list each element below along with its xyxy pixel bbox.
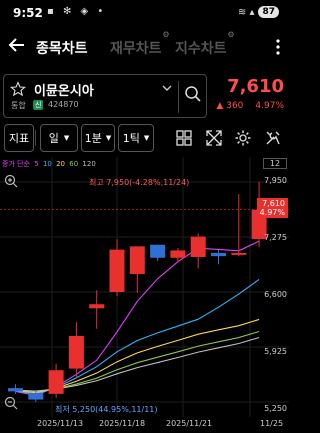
zoom-in-icon[interactable] <box>4 174 18 188</box>
y-tick-label: 6,600 <box>264 290 287 299</box>
battery-icon: 87 <box>258 6 279 18</box>
status-bar: 9:52 ▪ ✻ ◈ • ≋ ▴ 87 <box>0 0 289 28</box>
indicator-button[interactable]: 지표 <box>4 124 34 152</box>
notification-icons: ▪ ✻ ◈ • <box>47 6 107 17</box>
layout-grid-icon[interactable] <box>175 129 193 147</box>
period-label: 일 <box>48 132 59 145</box>
tab-index-chart[interactable]: 지수차트 ⚙ <box>175 30 235 58</box>
divider <box>35 130 36 146</box>
candle-body <box>170 250 186 258</box>
price-change: ▲ 360 4.97% <box>216 101 284 111</box>
stock-selector[interactable]: 이뮨온시아 통합 신 424870 <box>3 74 207 118</box>
current-price-tag: 7,610 4.97% <box>256 198 288 218</box>
system-icons: ≋ ▴ 87 <box>238 6 279 18</box>
candle-body <box>109 249 125 292</box>
candle-body <box>150 244 166 258</box>
tab-label: 재무차트 <box>110 41 162 57</box>
credit-badge: 신 <box>33 100 44 110</box>
tab-financial-chart[interactable]: 재무차트 ⚙ <box>110 30 170 58</box>
wifi-signal-icon: ≋ ▴ <box>237 6 255 18</box>
candlestick-chart[interactable] <box>0 157 289 433</box>
stock-code: 424870 <box>48 100 79 109</box>
settings-dot-icon: ⚙ <box>227 30 235 39</box>
change-value: ▲ 360 <box>216 101 243 111</box>
chart-toolbar: 지표 일 ▼ 1분 ▼ 1틱 ▼ <box>0 124 289 154</box>
high-annotation: 최고 7,950(-4.28%,11/24) <box>89 178 190 187</box>
candle-body <box>48 370 64 394</box>
back-arrow-icon[interactable] <box>6 34 28 56</box>
tick-label: 1틱 <box>122 132 140 145</box>
star-icon[interactable] <box>10 81 26 97</box>
candle-body <box>129 246 145 275</box>
expand-icon[interactable] <box>205 129 223 147</box>
zoom-out-icon[interactable] <box>4 396 18 410</box>
tick-button[interactable]: 1틱 ▼ <box>118 124 154 152</box>
change-amount: 360 <box>226 101 244 111</box>
chevron-down-icon: ▼ <box>143 134 150 142</box>
low-annotation: 최저 5,250(44.95%,11/11) <box>55 405 158 414</box>
up-arrow-icon: ▲ <box>216 101 224 111</box>
candle-body <box>8 388 23 392</box>
minute-label: 1분 <box>84 132 102 145</box>
y-tick-label: 5,925 <box>264 347 287 356</box>
x-tick-label: 2025/11/13 <box>37 419 84 428</box>
period-day-button[interactable]: 일 ▼ <box>40 124 78 152</box>
candle-body <box>89 304 105 309</box>
chart-nav: 종목차트 재무차트 ⚙ 지수차트 ⚙ <box>0 30 289 66</box>
status-time: 9:52 <box>13 6 43 20</box>
minute-button[interactable]: 1분 ▼ <box>81 124 115 152</box>
y-tick-label: 7,950 <box>264 176 287 185</box>
candle-body <box>231 252 247 255</box>
tab-stock-chart[interactable]: 종목차트 <box>36 38 88 58</box>
candle-body <box>68 336 84 369</box>
x-tick-label: 2025/11/21 <box>166 419 213 428</box>
x-tick-label: 2025/11/18 <box>99 419 146 428</box>
settings-dot-icon: ⚙ <box>162 30 170 39</box>
candle-body <box>211 252 226 257</box>
candle-body <box>28 393 44 400</box>
tag-price: 7,610 <box>262 199 285 208</box>
tag-percent: 4.97% <box>259 208 285 217</box>
change-percent: 4.97% <box>255 101 284 111</box>
more-vertical-icon[interactable] <box>275 36 281 58</box>
current-price: 7,610 <box>227 76 284 97</box>
y-tick-label: 7,275 <box>264 233 287 242</box>
x-tick-label: 11/25 <box>260 419 284 428</box>
divider <box>178 81 179 113</box>
chevron-down-icon: ▼ <box>105 134 112 142</box>
gear-icon[interactable] <box>234 129 252 147</box>
market-label: 통합 <box>11 101 26 110</box>
chevron-down-icon: ▼ <box>63 134 70 142</box>
chevron-down-icon[interactable] <box>162 83 172 93</box>
candle-body <box>190 236 206 257</box>
tools-icon[interactable] <box>264 129 282 147</box>
search-icon[interactable] <box>184 85 202 103</box>
y-tick-label: 5,250 <box>264 404 287 413</box>
stock-name: 이뮨온시아 <box>34 84 94 99</box>
tab-label: 지수차트 <box>175 41 227 57</box>
